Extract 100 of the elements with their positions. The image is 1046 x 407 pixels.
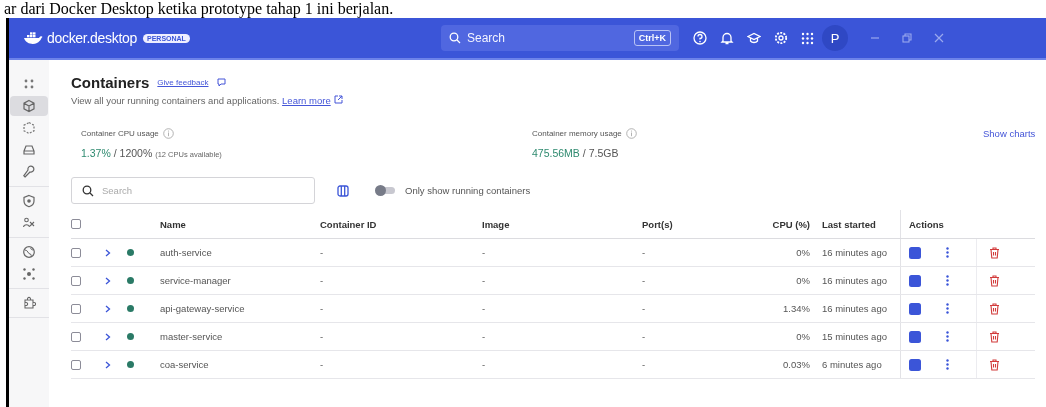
chat-icon[interactable] — [216, 78, 226, 87]
external-link-icon[interactable] — [333, 95, 343, 104]
table-cell-text: 0.03% — [782, 359, 810, 370]
toggle-label: Only show running containers — [405, 185, 531, 196]
table-cell-text: 0% — [795, 331, 810, 342]
table-cell-text: 1.34% — [782, 303, 810, 314]
stop-icon[interactable] — [909, 358, 921, 371]
network-icon — [22, 267, 36, 281]
people-icon — [22, 216, 36, 230]
more-options-icon[interactable] — [946, 275, 949, 286]
column-header: Name — [160, 218, 187, 230]
more-options-icon[interactable] — [946, 303, 949, 314]
page-title: Containers — [71, 74, 150, 91]
more-options-icon[interactable] — [946, 247, 949, 258]
learn-more-link[interactable]: Learn more — [282, 95, 331, 106]
checkbox[interactable] — [71, 247, 81, 258]
column-header: Last started — [821, 218, 877, 230]
cube-icon — [22, 99, 36, 113]
table-cell-text: - — [642, 303, 647, 314]
help-icon[interactable] — [693, 31, 707, 45]
shortcut-key: Ctrl+K — [633, 30, 671, 46]
table-cell-text: api-gateway-service — [160, 303, 246, 314]
show-charts-link[interactable]: Show charts — [983, 128, 1036, 159]
cpu-usage-value: 1.37% — [81, 147, 111, 159]
table-cell-text: - — [320, 331, 325, 342]
table-cell-text: 16 minutes ago — [821, 275, 888, 286]
stop-icon[interactable] — [909, 246, 921, 259]
chevron-right-icon[interactable] — [105, 276, 111, 285]
checkbox[interactable] — [71, 303, 81, 314]
shield-icon — [22, 194, 36, 208]
column-header: CPU (%) — [771, 218, 810, 230]
checkbox[interactable] — [71, 331, 81, 342]
settings-icon[interactable] — [774, 31, 788, 45]
trash-icon[interactable] — [989, 302, 1000, 315]
checkbox[interactable] — [71, 359, 81, 370]
table-cell-text: - — [642, 359, 647, 370]
table-cell-text: - — [482, 303, 487, 314]
table-cell-text: - — [482, 247, 487, 258]
table-cell-text: - — [320, 275, 325, 286]
stop-icon[interactable] — [909, 274, 921, 287]
chevron-right-icon[interactable] — [105, 248, 111, 257]
search-icon — [449, 32, 461, 44]
table-cell-text: coa-service — [160, 359, 210, 370]
table-cell-text: 16 minutes ago — [821, 247, 888, 258]
graduation-cap-icon[interactable] — [747, 31, 761, 45]
table-cell-text: - — [320, 303, 325, 314]
column-header: Container ID — [320, 218, 378, 230]
bell-icon[interactable] — [720, 31, 734, 45]
table-cell-text: - — [642, 247, 647, 258]
search-icon — [82, 184, 94, 197]
table-cell-text: - — [482, 359, 487, 370]
toggle-switch[interactable] — [377, 187, 395, 194]
stop-icon[interactable] — [909, 330, 921, 343]
dashed-cube-icon — [22, 121, 36, 135]
column-header: Port(s) — [642, 218, 674, 230]
columns-icon[interactable] — [337, 184, 349, 197]
memory-usage-value: 475.56MB — [532, 147, 580, 159]
memory-usage-label: Container memory usage — [532, 129, 622, 138]
table-cell-text: 0% — [795, 247, 810, 258]
table-cell-text: master-service — [160, 331, 224, 342]
checkbox[interactable] — [71, 219, 81, 229]
apps-grid-icon[interactable] — [801, 31, 814, 45]
app-logo-text: docker.desktop — [47, 30, 137, 46]
table-cell-text: - — [320, 247, 325, 258]
table-cell-text: - — [482, 331, 487, 342]
cpu-usage-label: Container CPU usage — [81, 129, 159, 138]
user-avatar[interactable]: P — [822, 25, 848, 51]
trash-icon[interactable] — [989, 274, 1000, 287]
chevron-right-icon[interactable] — [105, 332, 111, 341]
table-cell-text: 0% — [795, 275, 810, 286]
wrench-icon — [22, 165, 36, 179]
table-cell-text: - — [320, 359, 325, 370]
table-cell-text: - — [482, 275, 487, 286]
trash-icon[interactable] — [989, 330, 1000, 343]
search-field[interactable]: Search Ctrl+K — [441, 25, 679, 51]
table-cell-text: 16 minutes ago — [821, 303, 888, 314]
memory-limit: / 7.5GB — [582, 147, 619, 159]
chevron-right-icon[interactable] — [105, 304, 111, 313]
table-cell-text: 6 minutes ago — [821, 359, 883, 370]
column-header: Actions — [909, 218, 944, 230]
document-caption: ar dari Docker Desktop ketika prototype tahap 1 ini berjalan. — [3, 0, 395, 18]
stop-icon[interactable] — [909, 302, 921, 315]
chevron-right-icon[interactable] — [105, 360, 111, 369]
table-cell-text: 15 minutes ago — [821, 331, 888, 342]
table-cell-text: service-manager — [160, 275, 232, 286]
puzzle-icon — [22, 296, 36, 310]
trash-icon[interactable] — [989, 246, 1000, 259]
column-header: Image — [482, 218, 511, 230]
table-cell-text: auth-service — [160, 247, 213, 258]
feedback-link[interactable]: Give feedback — [157, 78, 209, 87]
checkbox[interactable] — [71, 275, 81, 286]
more-options-icon[interactable] — [946, 359, 949, 370]
close-icon[interactable] — [934, 33, 944, 43]
more-options-icon[interactable] — [946, 331, 949, 342]
sidebar-item[interactable] — [10, 96, 48, 116]
table-cell-text: - — [642, 331, 647, 342]
trash-icon[interactable] — [989, 358, 1000, 371]
page-description: View all your running containers and applications. Learn more — [71, 95, 1036, 106]
cpu-limit: / 1200% — [113, 147, 153, 159]
grid-dots-icon — [22, 77, 36, 91]
